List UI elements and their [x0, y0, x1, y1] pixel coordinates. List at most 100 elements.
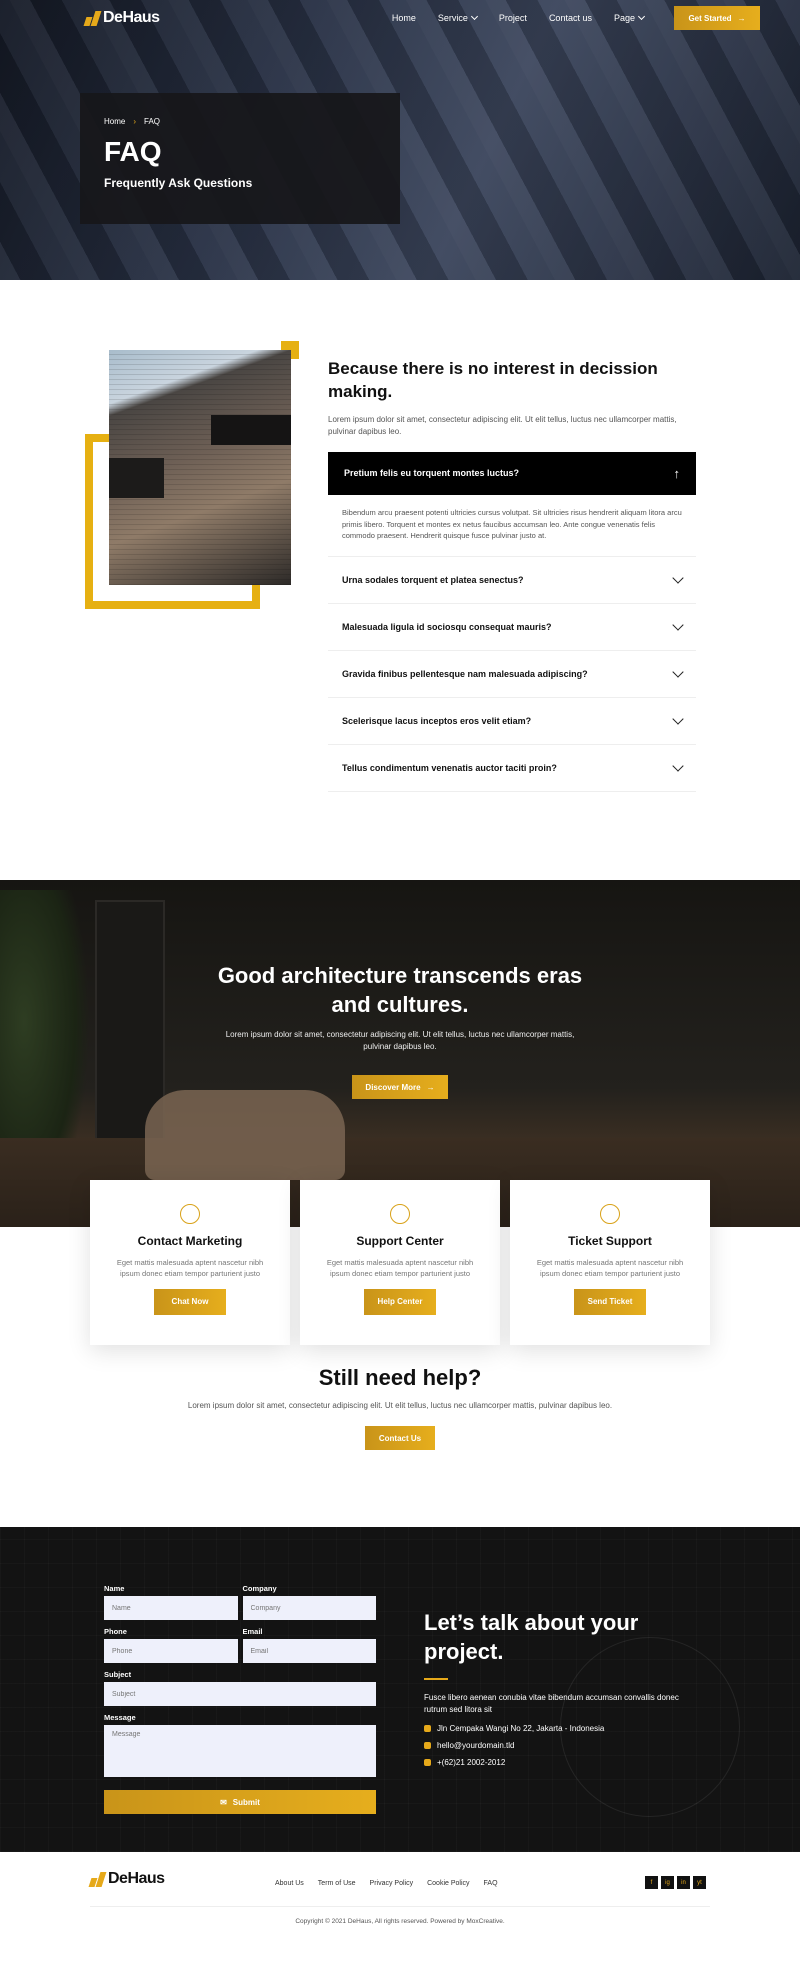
email-line[interactable]: hello@yourdomain.tld — [424, 1741, 694, 1750]
footer-link-faq[interactable]: FAQ — [484, 1880, 498, 1887]
chevron-down-icon — [470, 12, 478, 21]
top-nav: DeHaus Home Service Project Contact us P… — [0, 0, 800, 36]
company-field[interactable] — [242, 1596, 376, 1620]
breadcrumb-home[interactable]: Home — [104, 117, 125, 126]
chevron-right-icon: › — [133, 117, 137, 126]
logo-mark-icon — [88, 1871, 107, 1887]
chat-icon — [390, 1204, 410, 1224]
email-field[interactable] — [242, 1639, 376, 1663]
faq-question: Pretium felis eu torquent montes luctus? — [344, 468, 520, 479]
contact-us-button[interactable]: Contact Us — [365, 1426, 435, 1450]
faq-item[interactable]: Gravida finibus pellentesque nam malesua… — [328, 651, 696, 698]
phone-icon — [424, 1759, 431, 1767]
address-line: Jln Cempaka Wangi No 22, Jakarta - Indon… — [424, 1724, 694, 1733]
faq-item[interactable]: Malesuada ligula id sociosqu consequat m… — [328, 604, 696, 651]
site-logo[interactable]: DeHaus — [83, 9, 160, 27]
message-field[interactable] — [104, 1725, 376, 1777]
footer-link-about[interactable]: About Us — [275, 1880, 304, 1887]
chevron-down-icon — [637, 12, 646, 21]
subject-field[interactable] — [104, 1682, 376, 1706]
footer-divider — [90, 1906, 710, 1907]
contact-section: Name Company Phone Email Subject Message… — [0, 1527, 800, 1852]
phone-line[interactable]: +(62)21 2002-2012 — [424, 1758, 694, 1767]
card-title: Support Center — [356, 1234, 444, 1248]
faq-content: Because there is no interest in decissio… — [328, 358, 696, 792]
contact-heading: Let’s talk about your project. — [424, 1610, 639, 1664]
name-label: Name — [104, 1584, 125, 1593]
help-text: Lorem ipsum dolor sit amet, consectetur … — [187, 1401, 613, 1410]
breadcrumb: Home › FAQ — [104, 117, 376, 126]
nav-item-contact[interactable]: Contact us — [549, 13, 592, 23]
banner-text: Lorem ipsum dolor sit amet, consectetur … — [225, 1030, 575, 1052]
arrow-right-icon: → — [737, 13, 746, 23]
linkedin-icon[interactable]: in — [677, 1876, 690, 1889]
banner-heading: Good architecture transcends eras and cul… — [217, 963, 583, 1017]
ticket-icon — [600, 1204, 620, 1224]
facebook-icon[interactable]: f — [645, 1876, 658, 1889]
footer: DeHaus About Us Term of Use Privacy Poli… — [0, 1852, 800, 1936]
chat-now-button[interactable]: Chat Now — [154, 1288, 226, 1315]
mail-icon: ✉ — [220, 1797, 227, 1807]
nav-item-project[interactable]: Project — [499, 13, 527, 23]
divider — [424, 1678, 448, 1681]
hero-section: DeHaus Home Service Project Contact us P… — [0, 0, 800, 280]
logo-mark-icon — [83, 10, 102, 26]
subject-label: Subject — [104, 1670, 132, 1679]
location-icon — [424, 1725, 431, 1733]
footer-link-privacy[interactable]: Privacy Policy — [370, 1880, 414, 1887]
support-card-center: Support Center Eget mattis malesuada apt… — [300, 1180, 500, 1345]
footer-links: About Us Term of Use Privacy Policy Cook… — [275, 1880, 498, 1887]
breadcrumb-current: FAQ — [144, 117, 161, 126]
help-block: Still need help? Lorem ipsum dolor sit a… — [0, 1365, 800, 1450]
hero-title-box: Home › FAQ FAQ Frequently Ask Questions — [80, 93, 400, 224]
faq-lead: Lorem ipsum dolor sit amet, consectetur … — [328, 414, 677, 436]
support-section: Contact Marketing Eget mattis malesuada … — [0, 1180, 800, 1527]
faq-item[interactable]: Urna sodales torquent et platea senectus… — [328, 557, 696, 604]
card-title: Contact Marketing — [137, 1234, 243, 1248]
faq-answer: Bibendum arcu praesent potenti ultricies… — [328, 495, 696, 557]
help-heading: Still need help? — [318, 1365, 482, 1390]
nav-item-home[interactable]: Home — [392, 13, 416, 23]
nav-menu: Home Service Project Contact us Page Get… — [392, 6, 760, 30]
logo-text: DeHaus — [103, 9, 160, 26]
chevron-down-icon — [672, 666, 684, 678]
copyright: Copyright © 2021 DeHaus, All rights rese… — [295, 1918, 505, 1925]
email-label: Email — [242, 1627, 263, 1636]
name-field[interactable] — [104, 1596, 238, 1620]
card-text: Eget mattis malesuada aptent nascetur ni… — [326, 1258, 474, 1279]
faq-item-open[interactable]: Pretium felis eu torquent montes luctus?… — [328, 451, 696, 495]
contact-text: Fusce libero aenean conubia vitae bibend… — [424, 1693, 679, 1715]
faq-section: Because there is no interest in decissio… — [0, 280, 800, 880]
send-ticket-button[interactable]: Send Ticket — [574, 1288, 646, 1315]
chevron-down-icon — [672, 572, 684, 584]
chevron-down-icon — [672, 713, 684, 725]
faq-item[interactable]: Scelerisque lacus inceptos eros velit et… — [328, 698, 696, 745]
help-center-button[interactable]: Help Center — [364, 1288, 436, 1315]
instagram-icon[interactable]: ig — [661, 1876, 674, 1889]
nav-item-service[interactable]: Service — [438, 12, 478, 23]
footer-logo[interactable]: DeHaus — [88, 1870, 165, 1888]
page-subtitle: Frequently Ask Questions — [104, 176, 253, 190]
faq-item[interactable]: Tellus condimentum venenatis auctor taci… — [328, 745, 696, 792]
footer-link-terms[interactable]: Term of Use — [318, 1880, 356, 1887]
card-text: Eget mattis malesuada aptent nascetur ni… — [536, 1258, 684, 1279]
discover-more-button[interactable]: Discover More → — [352, 1075, 448, 1100]
contact-form: Name Company Phone Email Subject Message… — [104, 1584, 376, 1814]
nav-item-page[interactable]: Page — [614, 12, 646, 23]
building-image — [109, 350, 291, 585]
arrow-up-icon: ↑ — [673, 465, 681, 481]
get-started-button[interactable]: Get Started → — [674, 6, 760, 30]
submit-button[interactable]: ✉ Submit — [104, 1790, 376, 1814]
youtube-icon[interactable]: yt — [693, 1876, 706, 1889]
arrow-right-icon: → — [426, 1082, 435, 1092]
chair-image — [145, 1090, 345, 1180]
page-title: FAQ — [104, 136, 162, 167]
company-label: Company — [242, 1584, 277, 1593]
architecture-banner: Good architecture transcends eras and cul… — [0, 880, 800, 1227]
footer-link-cookie[interactable]: Cookie Policy — [427, 1880, 469, 1887]
chevron-down-icon — [672, 760, 684, 772]
phone-field[interactable] — [104, 1639, 238, 1663]
card-title: Ticket Support — [568, 1234, 652, 1248]
message-label: Message — [104, 1713, 136, 1722]
phone-label: Phone — [104, 1627, 127, 1636]
